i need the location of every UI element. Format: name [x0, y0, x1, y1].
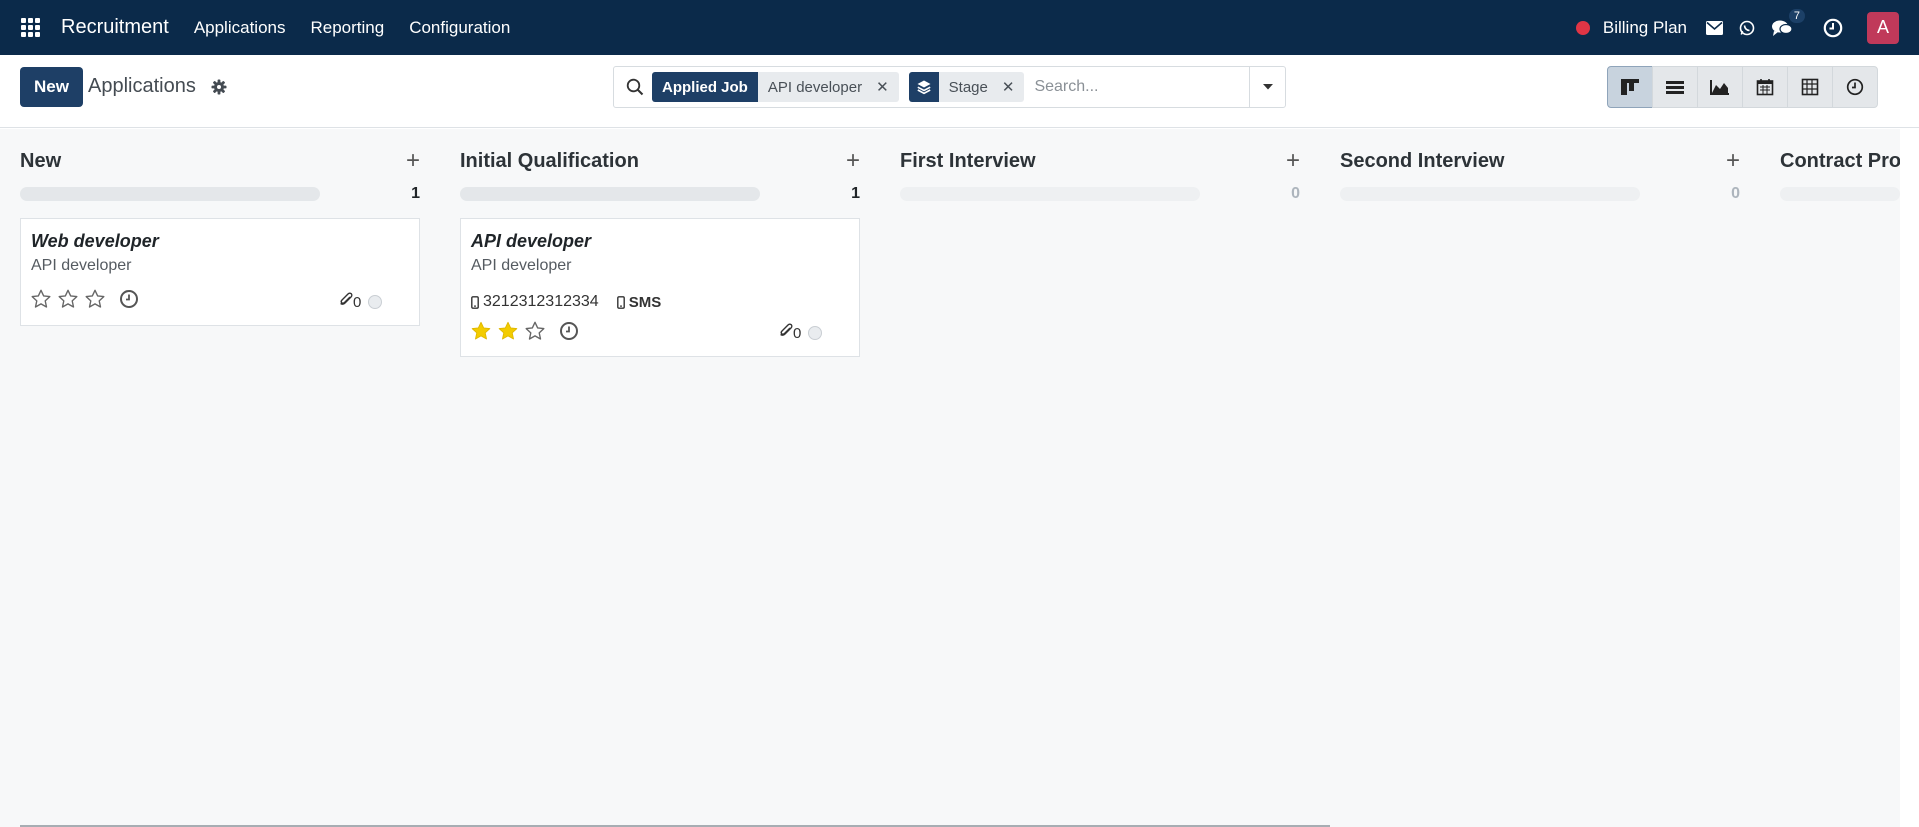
page-title: Applications: [88, 75, 196, 97]
search-options-toggle[interactable]: [1249, 67, 1285, 107]
activity-clock-icon[interactable]: [1823, 18, 1843, 38]
column-title: Second Interview: [1340, 150, 1505, 172]
column-title: New: [20, 150, 62, 172]
attachments: 0: [339, 292, 383, 312]
chat-icon[interactable]: 7: [1771, 8, 1805, 37]
chat-count-badge: 7: [1788, 8, 1805, 23]
star-empty-icon[interactable]: [57, 287, 84, 311]
star-filled-icon[interactable]: [497, 319, 524, 343]
star-empty-icon[interactable]: [84, 287, 111, 311]
sms-label: SMS: [628, 293, 662, 311]
facet-stage: Stage ✕: [908, 72, 1025, 102]
nav-applications[interactable]: Applications: [194, 18, 286, 38]
applicant-card[interactable]: API developer API developer 321231231233…: [460, 218, 860, 357]
kanban-view-icon[interactable]: [1607, 66, 1653, 108]
column-header: First Interview +: [900, 149, 1300, 176]
phone-number[interactable]: 3212312312334: [483, 293, 599, 311]
column-header: Second Interview +: [1340, 149, 1740, 176]
mobile-phone-icon: [616, 295, 625, 309]
facet-applied-job: Applied Job API developer ✕: [652, 72, 899, 102]
column-header: Contract Pro: [1780, 150, 1900, 176]
user-avatar[interactable]: A: [1867, 11, 1899, 44]
activity-clock-icon[interactable]: [119, 287, 139, 311]
list-view-icon[interactable]: [1652, 66, 1698, 108]
app-menu-grid-icon[interactable]: [19, 17, 41, 39]
gear-icon[interactable]: [211, 79, 227, 100]
card-job: API developer: [31, 257, 132, 274]
column-progress-bar[interactable]: [20, 187, 320, 201]
facet-value: API developer ✕: [757, 72, 899, 102]
new-button[interactable]: New: [20, 67, 83, 107]
add-card-plus-icon[interactable]: +: [1286, 149, 1300, 173]
column-header: Initial Qualification +: [460, 149, 860, 176]
card-job: API developer: [471, 257, 572, 274]
column-header: New +: [20, 149, 420, 176]
facet-value-text: API developer: [767, 78, 863, 96]
activity-clock-icon[interactable]: [559, 319, 579, 343]
column-count: 1: [411, 185, 420, 202]
attachment-count: 0: [353, 293, 362, 311]
nav-configuration[interactable]: Configuration: [409, 18, 510, 38]
column-title: First Interview: [900, 150, 1036, 172]
sms-button[interactable]: SMS: [616, 293, 662, 311]
add-card-plus-icon[interactable]: +: [1726, 149, 1740, 173]
view-switcher: [1607, 66, 1878, 108]
card-title: API developer: [471, 231, 592, 251]
kanban-state-dot[interactable]: [368, 295, 383, 309]
graph-view-icon[interactable]: [1697, 66, 1743, 108]
billing-status-dot: [1575, 20, 1590, 35]
billing-plan-link[interactable]: Billing Plan: [1603, 18, 1687, 38]
facet-value: Stage ✕: [938, 72, 1025, 102]
star-empty-icon[interactable]: [30, 287, 57, 311]
card-title: Web developer: [31, 231, 159, 251]
layers-icon: [908, 72, 939, 102]
search-icon: [626, 78, 644, 96]
pivot-view-icon[interactable]: [1787, 66, 1833, 108]
add-card-plus-icon[interactable]: +: [406, 149, 420, 173]
whatsapp-icon[interactable]: [1739, 20, 1755, 36]
applicant-card[interactable]: Web developer API developer 0: [20, 218, 420, 326]
star-empty-icon[interactable]: [524, 319, 551, 343]
kanban-state-dot[interactable]: [808, 326, 823, 340]
search-input[interactable]: [1034, 78, 1235, 96]
paperclip-icon: [779, 323, 793, 343]
kanban-board: New + 1 Web developer API developer 0 In…: [0, 129, 1900, 827]
control-panel: New Applications Applied Job API develop…: [0, 55, 1919, 128]
activity-view-icon[interactable]: [1832, 66, 1878, 108]
attachment-count: 0: [793, 324, 802, 342]
column-title: Contract Pro: [1780, 150, 1900, 172]
facet-label: Applied Job: [652, 72, 758, 102]
column-count: 1: [851, 185, 860, 202]
mobile-phone-icon: [471, 295, 479, 309]
star-filled-icon[interactable]: [470, 319, 497, 343]
column-progress-bar[interactable]: [900, 187, 1200, 201]
app-name[interactable]: Recruitment: [61, 16, 169, 39]
nav-reporting[interactable]: Reporting: [310, 18, 384, 38]
envelope-icon[interactable]: [1706, 20, 1723, 35]
priority-stars: [30, 287, 139, 311]
remove-facet-icon[interactable]: ✕: [876, 78, 889, 96]
search-bar: Applied Job API developer ✕ Stage ✕: [613, 66, 1286, 108]
calendar-view-icon[interactable]: [1742, 66, 1788, 108]
column-count: 0: [1731, 185, 1740, 202]
add-card-plus-icon[interactable]: +: [846, 149, 860, 173]
column-count: 0: [1291, 185, 1300, 202]
priority-stars: [470, 319, 579, 343]
column-progress-bar[interactable]: [1780, 187, 1900, 201]
paperclip-icon: [339, 292, 353, 312]
column-progress-bar[interactable]: [460, 187, 760, 201]
attachments: 0: [779, 323, 823, 343]
column-title: Initial Qualification: [460, 150, 639, 172]
remove-facet-icon[interactable]: ✕: [1002, 78, 1015, 96]
phone-row: 3212312312334 SMS: [471, 293, 661, 311]
facet-value-text: Stage: [948, 78, 988, 96]
top-navbar: Recruitment Applications Reporting Confi…: [0, 0, 1919, 55]
column-progress-bar[interactable]: [1340, 187, 1640, 201]
